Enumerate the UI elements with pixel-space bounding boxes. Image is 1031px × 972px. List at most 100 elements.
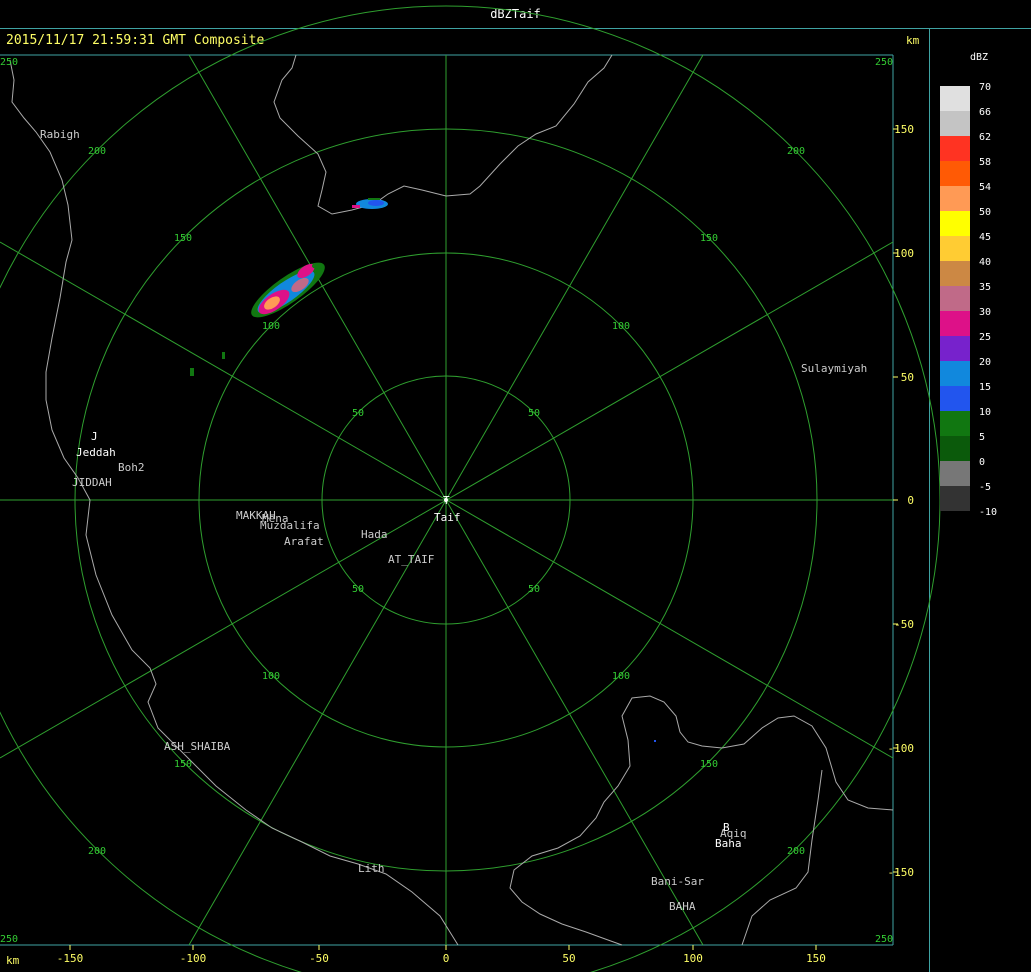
- place-at-taif: AT_TAIF: [388, 553, 434, 566]
- y-tick-label: 0: [907, 494, 914, 507]
- legend-bin: [940, 136, 970, 161]
- legend-label: 58: [979, 157, 991, 168]
- legend-label: 20: [979, 357, 991, 368]
- legend-label: -10: [979, 507, 997, 518]
- ring-label-200-sw: 200: [88, 846, 106, 857]
- x-tick-label: -50: [309, 952, 329, 965]
- legend-label: 25: [979, 332, 991, 343]
- legend-label: 62: [979, 132, 991, 143]
- legend-bin: [940, 86, 970, 111]
- place-jeddah: Jeddah: [76, 446, 116, 459]
- legend-bin: [940, 236, 970, 261]
- legend-label: 40: [979, 257, 991, 268]
- legend-bin: [940, 336, 970, 361]
- y-tick-label: 100: [894, 247, 914, 260]
- radar-site-marker: [444, 498, 448, 502]
- legend-bin: [940, 411, 970, 436]
- place-boh2: Boh2: [118, 461, 145, 474]
- place-bani-sar: Bani-Sar: [651, 875, 704, 888]
- corner-label-tr: 250: [875, 57, 893, 68]
- legend-label: 45: [979, 232, 991, 243]
- radar-map[interactable]: 50 50 50 50 100 100 100 100 150 150 150 …: [0, 0, 1031, 972]
- legend-label: 5: [979, 432, 985, 443]
- ring-label-50-se: 50: [528, 584, 540, 595]
- southern-escarpment: [509, 695, 894, 946]
- echo-north-fringe: [352, 205, 360, 208]
- legend-bin: [940, 461, 970, 486]
- ring-label-100-ne: 100: [612, 321, 630, 332]
- legend-label: 15: [979, 382, 991, 393]
- legend-label: 30: [979, 307, 991, 318]
- legend-label: 50: [979, 207, 991, 218]
- legend-bin: [940, 286, 970, 311]
- legend-bin: [940, 261, 970, 286]
- place-baha: Baha: [715, 837, 742, 850]
- legend-bin: [940, 361, 970, 386]
- y-tick-label: 150: [894, 123, 914, 136]
- legend-label: 70: [979, 82, 991, 93]
- echo-main-tail: [312, 263, 324, 269]
- ring-label-200-ne: 200: [787, 146, 805, 157]
- legend-bin: [940, 211, 970, 236]
- ring-label-50-nw: 50: [352, 408, 364, 419]
- x-axis-ticks: [69, 945, 817, 950]
- echo-small-3: [654, 740, 656, 742]
- echo-north-core: [368, 200, 384, 206]
- corner-label-tl: 250: [0, 57, 18, 68]
- legend-bin: [940, 111, 970, 136]
- ring-label-50-sw: 50: [352, 584, 364, 595]
- legend-bin: [940, 386, 970, 411]
- place-labels: Rabigh J Jeddah Boh2 JIDDAH MAKKAH Mena …: [40, 128, 867, 913]
- y-tick-label: -150: [888, 866, 915, 879]
- place-rabigh: Rabigh: [40, 128, 80, 141]
- x-tick-label: 150: [806, 952, 826, 965]
- legend-title: dBZ: [970, 52, 989, 63]
- place-arafat: Arafat: [284, 535, 324, 548]
- legend-bin: [940, 186, 970, 211]
- ring-label-200-nw: 200: [88, 146, 106, 157]
- legend-bin: [940, 436, 970, 461]
- place-hada: Hada: [361, 528, 388, 541]
- x-tick-label: -150: [57, 952, 84, 965]
- x-axis-labels: -150 -100 -50 0 50 100 150: [57, 952, 826, 965]
- place-jeddah-marker: J: [91, 430, 98, 443]
- echo-small-1: [190, 368, 194, 376]
- x-tick-label: 100: [683, 952, 703, 965]
- dbz-legend-labels: 70 66 62 58 54 50 45 40 35 30 25 20 15 1…: [979, 82, 997, 518]
- place-ash-shaiba: ASH_SHAIBA: [164, 740, 231, 753]
- legend-label: 0: [979, 457, 985, 468]
- ring-label-200-se: 200: [787, 846, 805, 857]
- legend-label: 66: [979, 107, 991, 118]
- legend-bin: [940, 161, 970, 186]
- y-tick-label: -100: [888, 742, 915, 755]
- x-tick-label: 0: [443, 952, 450, 965]
- legend-label: 35: [979, 282, 991, 293]
- ring-label-150-sw: 150: [174, 759, 192, 770]
- legend-bin: [940, 311, 970, 336]
- ring-label-100-nw: 100: [262, 321, 280, 332]
- legend-label: 10: [979, 407, 991, 418]
- northern-ridge: [273, 54, 613, 215]
- reflectivity-echoes: [190, 198, 656, 742]
- ring-label-150-nw: 150: [174, 233, 192, 244]
- ring-label-50-ne: 50: [528, 408, 540, 419]
- legend-bin: [940, 486, 970, 511]
- ring-label-100-sw: 100: [262, 671, 280, 682]
- southern-valley: [741, 769, 823, 946]
- echo-small-2: [222, 352, 225, 359]
- place-muzdalifa: Muzdalifa: [260, 519, 320, 532]
- y-axis-labels: 150 100 50 0 -50 -100 -150: [888, 123, 915, 879]
- legend-label: -5: [979, 482, 991, 493]
- place-jiddah: JIDDAH: [72, 476, 112, 489]
- place-baha-caps: BAHA: [669, 900, 696, 913]
- y-axis-ticks: [893, 128, 898, 873]
- echo-north-edge: [368, 198, 380, 200]
- ring-label-150-ne: 150: [700, 233, 718, 244]
- corner-label-bl: 250: [0, 934, 18, 945]
- ring-label-150-se: 150: [700, 759, 718, 770]
- x-tick-label: 50: [562, 952, 575, 965]
- place-lith: Lith: [358, 862, 385, 875]
- y-tick-label: -50: [894, 618, 914, 631]
- place-sulaymiyah: Sulaymiyah: [801, 362, 867, 375]
- corner-label-br: 250: [875, 934, 893, 945]
